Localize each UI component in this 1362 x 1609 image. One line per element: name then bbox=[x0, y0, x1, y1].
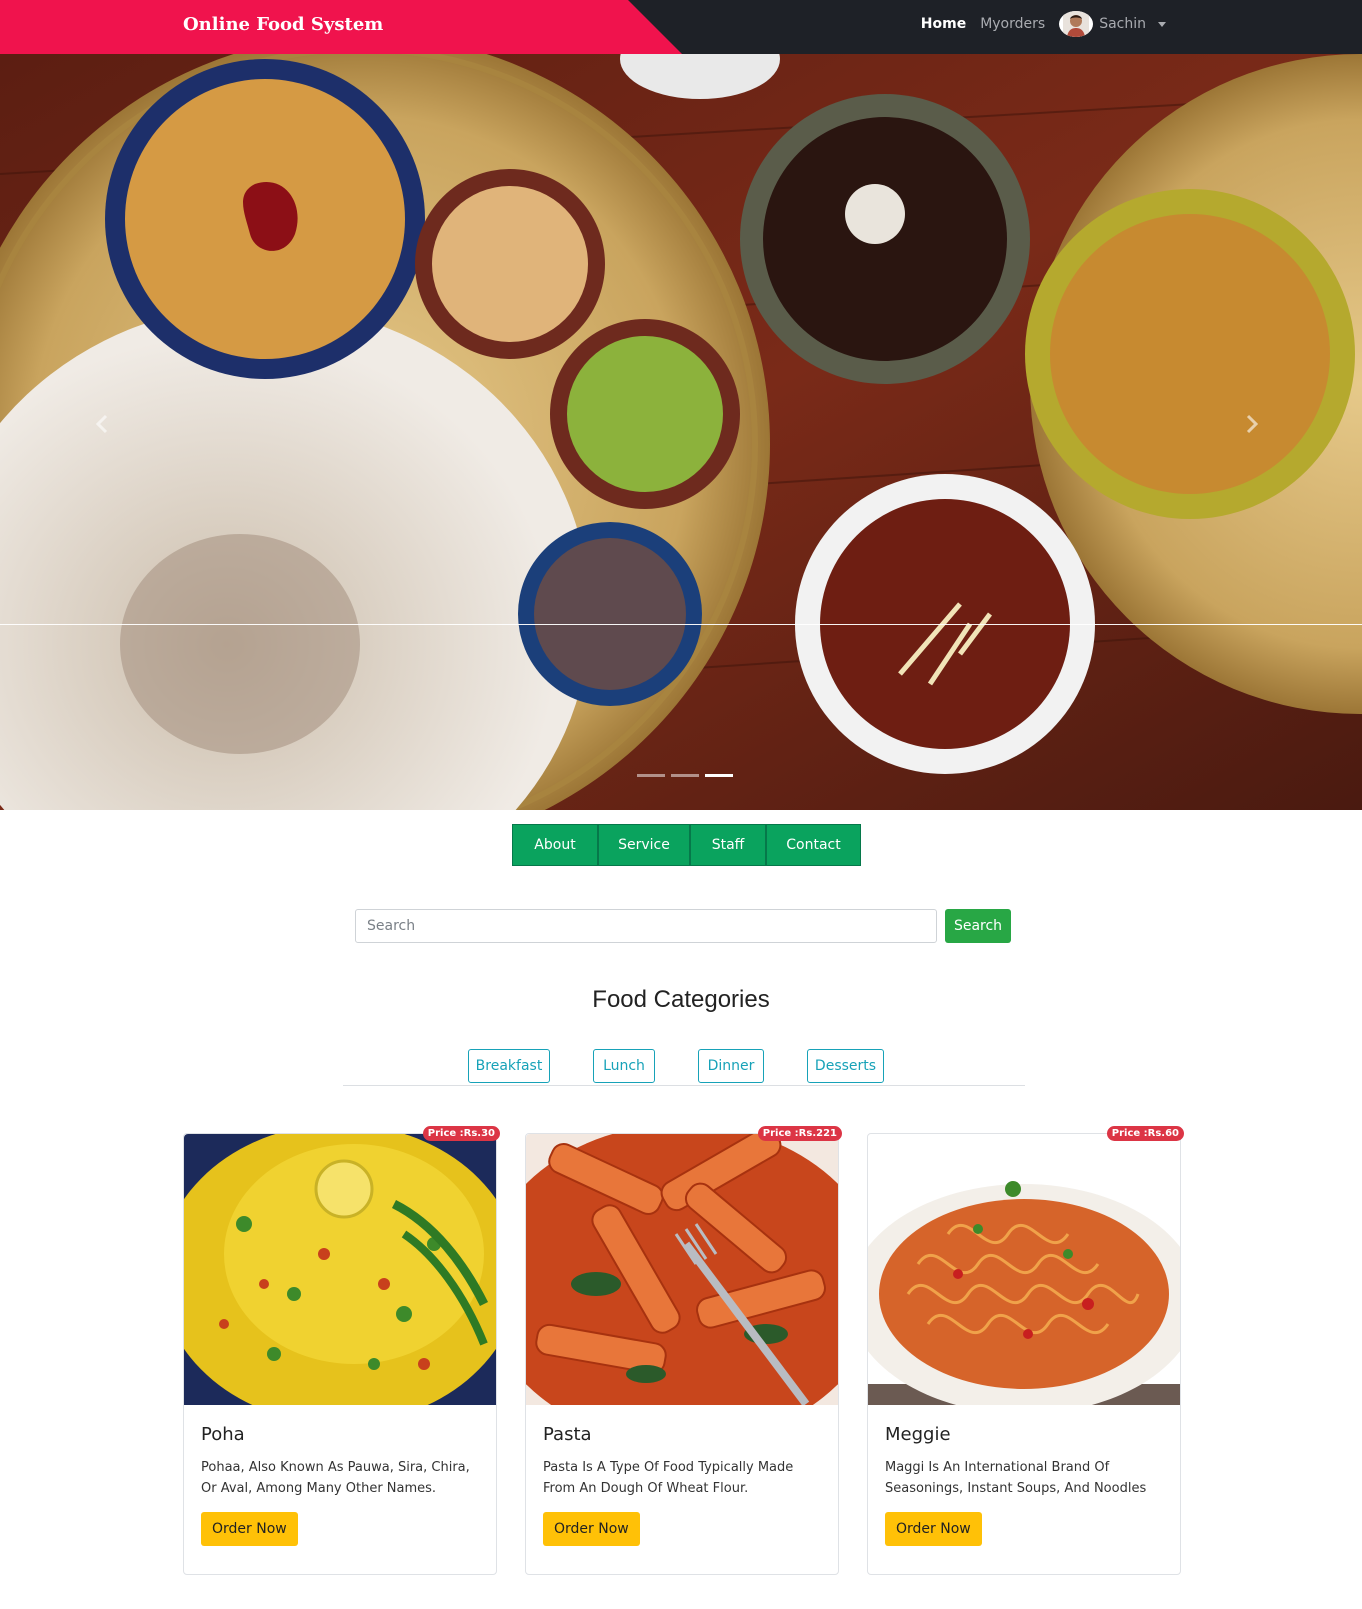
nav-myorders-link[interactable]: Myorders bbox=[980, 16, 1045, 32]
search-input[interactable] bbox=[355, 909, 937, 943]
pasta-image bbox=[526, 1134, 838, 1405]
food-description: Pohaa, Also Known As Pauwa, Sira, Chira,… bbox=[201, 1460, 470, 1496]
carousel-divider-line bbox=[0, 624, 1362, 625]
hero-carousel bbox=[0, 54, 1362, 810]
price-badge: Price :Rs.60 bbox=[1106, 1126, 1184, 1141]
price-badge: Price :Rs.30 bbox=[422, 1126, 500, 1141]
user-menu[interactable]: Sachin bbox=[1059, 11, 1166, 37]
food-card-meggie: Price :Rs.60 Meggie Maggi Is An Internat… bbox=[867, 1126, 1184, 1575]
food-name: Pasta bbox=[543, 1424, 592, 1445]
caret-down-icon bbox=[1158, 21, 1166, 27]
chevron-left-icon bbox=[95, 414, 108, 434]
carousel-indicator-1[interactable] bbox=[637, 774, 665, 777]
price-badge: Price :Rs.221 bbox=[757, 1126, 842, 1141]
nav-home-link[interactable]: Home bbox=[921, 16, 966, 32]
carousel-indicator-3[interactable] bbox=[705, 774, 733, 777]
food-name: Meggie bbox=[885, 1424, 951, 1445]
food-name: Poha bbox=[201, 1424, 245, 1445]
order-now-button[interactable]: Order Now bbox=[543, 1512, 640, 1546]
categories-divider bbox=[343, 1085, 1025, 1086]
categories-title: Food Categories bbox=[592, 986, 770, 1013]
user-name: Sachin bbox=[1099, 16, 1146, 32]
service-button[interactable]: Service bbox=[598, 824, 690, 866]
category-dinner-button[interactable]: Dinner bbox=[698, 1049, 764, 1083]
hero-food-image bbox=[0, 54, 1362, 810]
carousel-next-control[interactable] bbox=[1232, 404, 1272, 444]
chevron-right-icon bbox=[1246, 414, 1259, 434]
category-lunch-button[interactable]: Lunch bbox=[593, 1049, 655, 1083]
category-desserts-button[interactable]: Desserts bbox=[807, 1049, 884, 1083]
carousel-indicators bbox=[637, 774, 733, 777]
food-description: Maggi Is An International Brand Of Seaso… bbox=[885, 1460, 1147, 1496]
user-avatar-icon bbox=[1059, 11, 1094, 37]
brand-logo[interactable]: Online Food System bbox=[183, 14, 383, 35]
order-now-button[interactable]: Order Now bbox=[885, 1512, 982, 1546]
contact-button[interactable]: Contact bbox=[766, 824, 861, 866]
food-card-poha: Price :Rs.30 Poha Pohaa, Also Known As P… bbox=[183, 1126, 500, 1575]
category-breakfast-button[interactable]: Breakfast bbox=[468, 1049, 550, 1083]
nav-links: Home Myorders Sachin bbox=[921, 0, 1166, 48]
navbar: Online Food System Home Myorders Sachin bbox=[0, 0, 1362, 54]
order-now-button[interactable]: Order Now bbox=[201, 1512, 298, 1546]
food-description: Pasta Is A Type Of Food Typically Made F… bbox=[543, 1460, 794, 1496]
search-button[interactable]: Search bbox=[945, 909, 1011, 943]
carousel-prev-control[interactable] bbox=[82, 404, 122, 444]
section-button-group: About Service Staff Contact bbox=[512, 824, 861, 866]
poha-image bbox=[184, 1134, 496, 1405]
carousel-indicator-2[interactable] bbox=[671, 774, 699, 777]
staff-button[interactable]: Staff bbox=[690, 824, 766, 866]
meggie-image bbox=[868, 1134, 1180, 1405]
food-card-pasta: Price :Rs.221 Pasta Pasta Is A Type Of F… bbox=[525, 1126, 842, 1575]
about-button[interactable]: About bbox=[512, 824, 598, 866]
